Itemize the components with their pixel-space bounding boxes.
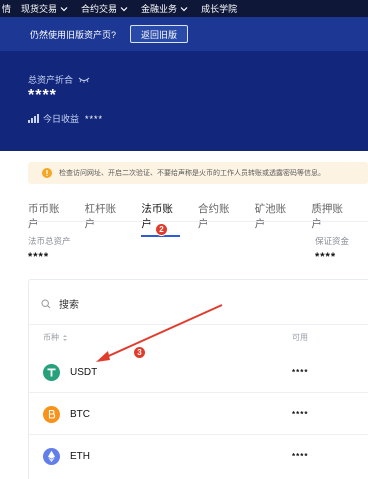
chevron-down-icon [180, 6, 188, 11]
nav-item-label: 现货交易 [21, 4, 58, 14]
nav-item-spot[interactable]: 现货交易 [21, 2, 69, 15]
fiat-total-value: **** [28, 251, 50, 263]
today-earnings-label: 今日收益 [43, 114, 80, 124]
column-header-available: 可用 [292, 333, 308, 342]
tabs-divider [28, 221, 368, 222]
table-row[interactable]: USDT **** [29, 354, 368, 392]
old-version-bar: 仍然使用旧版资产页? 返回旧版 [0, 17, 368, 51]
table-row[interactable]: BTC **** [29, 396, 368, 434]
margin-funds-label: 保证资金 [315, 236, 350, 246]
total-assets-value: **** [28, 87, 57, 104]
sort-icon [63, 334, 67, 341]
bar-chart-icon [28, 114, 39, 123]
nav-item-academy[interactable]: 成长学院 [201, 2, 237, 15]
column-header-currency[interactable]: 币种 [43, 332, 68, 343]
currency-symbol: USDT [70, 367, 98, 378]
return-old-version-button[interactable]: 返回旧版 [130, 25, 189, 43]
nav-item-label: 情 [2, 4, 12, 14]
top-nav: 情 现货交易 合约交易 金融业务 成长学院 [0, 0, 368, 17]
search-placeholder: 搜索 [59, 300, 79, 311]
currency-symbol: ETH [70, 451, 90, 462]
nav-item-label: 金融业务 [141, 4, 178, 14]
old-version-question: 仍然使用旧版资产页? [30, 29, 117, 40]
nav-item-finance[interactable]: 金融业务 [141, 2, 189, 15]
tab-staking-account[interactable]: 质押账户 [311, 201, 350, 237]
asset-header: 仍然使用旧版资产页? 返回旧版 总资产折合 **** 今日收益 **** [0, 17, 368, 151]
step-badge-2: 2 [155, 223, 168, 236]
column-header-currency-label: 币种 [43, 333, 59, 342]
chevron-down-icon [120, 6, 128, 11]
nav-item-contract[interactable]: 合约交易 [81, 2, 129, 15]
security-notice: 检查访问网址、开启二次验证、不要给声称是火币的工作人员转账或透露密码等信息。 [28, 162, 368, 184]
tether-icon [43, 364, 60, 381]
divider [29, 392, 368, 393]
fiat-total-label: 法币总资产 [28, 236, 71, 246]
nav-item-label: 成长学院 [201, 4, 238, 14]
main-content: 检查访问网址、开启二次验证、不要给声称是火币的工作人员转账或透露密码等信息。 币… [0, 151, 368, 479]
divider [29, 434, 368, 435]
total-assets-label-text: 总资产折合 [28, 75, 74, 85]
step-badge-3: 3 [133, 346, 146, 359]
eye-hidden-icon[interactable] [78, 76, 90, 84]
divider [29, 324, 368, 325]
currency-symbol: BTC [70, 409, 90, 420]
table-row[interactable]: ETH **** [29, 438, 368, 476]
search-icon [41, 298, 51, 308]
today-earnings-value: **** [85, 113, 104, 124]
available-amount: **** [292, 410, 309, 419]
available-amount: **** [292, 368, 309, 377]
total-assets-label: 总资产折合 [28, 73, 90, 86]
chevron-down-icon [60, 6, 68, 11]
tab-spot-account[interactable]: 币币账户 [28, 201, 67, 237]
asset-list-card: 搜索 币种 可用 USDT **** BTC **** ETH **** [28, 279, 368, 479]
search-input[interactable]: 搜索 [41, 296, 79, 311]
account-tabs: 币币账户 杠杆账户 法币账户 合约账户 矿池账户 质押账户 [28, 201, 368, 237]
ethereum-icon [43, 448, 60, 465]
tab-contract-account[interactable]: 合约账户 [198, 201, 237, 237]
margin-funds-value: **** [315, 251, 337, 263]
nav-item-quotes[interactable]: 情 [2, 2, 11, 15]
today-earnings: 今日收益 **** [28, 112, 103, 125]
tab-pool-account[interactable]: 矿池账户 [255, 201, 294, 237]
warning-icon [42, 168, 52, 178]
security-notice-text: 检查访问网址、开启二次验证、不要给声称是火币的工作人员转账或透露密码等信息。 [59, 170, 325, 177]
tab-margin-account[interactable]: 杠杆账户 [85, 201, 124, 237]
available-amount: **** [292, 452, 309, 461]
nav-item-label: 合约交易 [81, 4, 118, 14]
bitcoin-icon [43, 406, 60, 423]
